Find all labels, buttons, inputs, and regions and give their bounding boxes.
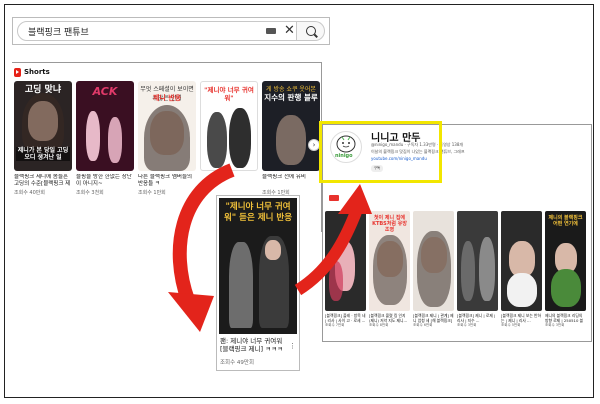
channel-video-card[interactable]: 제니의 블랙핑크 어떤 연기에 제니의 블랙핑크 리딩의 방향 로제 | 250… xyxy=(545,211,586,328)
video-views: 조회수 3만회 xyxy=(457,323,477,327)
shorts-card[interactable]: 고딩 맞냐 제니가 본 당일 고딩 오디 생겨난 일 블랙핑크 제니에 몸들흔 … xyxy=(14,81,72,196)
channel-video-card[interactable]: [블랙핑크] 제니 | 로제 | 리사 | 지수 ... 조회수 3만회 xyxy=(457,211,498,328)
video-views: 조회수 6만회 xyxy=(413,323,433,327)
channel-video-card[interactable]: [블랙핑크 제니 | 관계] 제니 엄청 세 [해 블랙핑크] 조회수 6만회 xyxy=(413,211,454,328)
video-thumbnail[interactable] xyxy=(501,211,542,311)
shorts-caption: 고딩 맞냐 xyxy=(24,85,62,95)
video-title[interactable]: 제니의 블랙핑크 리딩의 방향 로제 | 250510 블랙핑크 ... xyxy=(545,313,586,323)
search-input[interactable]: 블랙핑크 팬튜브 ✕ xyxy=(17,21,297,41)
close-icon[interactable]: ✕ xyxy=(284,23,295,39)
video-title[interactable]: [블랙핑크 몰렸 킹 인지 (제니) 저녁 지도 제니... xyxy=(369,313,410,323)
channel-tabs xyxy=(329,195,339,201)
search-button[interactable] xyxy=(297,21,325,41)
more-options-icon[interactable]: ⋮ xyxy=(289,342,296,350)
shorts-card[interactable]: "제니야 너무 귀여워" xyxy=(200,81,258,189)
search-icon xyxy=(306,26,316,36)
zoomed-shorts-card[interactable]: "제니야 너무 귀여워" 듣은 제니 반응 팬: 제니야 너무 귀여워 [블랙핑… xyxy=(216,195,300,371)
search-bar: 블랙핑크 팬튜브 ✕ xyxy=(12,17,330,45)
shorts-logo-icon xyxy=(14,67,21,77)
tab-active[interactable] xyxy=(329,195,339,201)
shorts-caption: ACK xyxy=(92,85,118,98)
shorts-card-title[interactable] xyxy=(200,174,258,188)
shorts-card-title[interactable]: 블랙핑크 전에 유비 xyxy=(262,174,320,188)
shorts-caption-secondary: 제니가 본 당일 고딩 오디 생겨난 일 xyxy=(16,147,70,161)
channel-highlight-box xyxy=(319,121,442,183)
video-thumbnail[interactable]: 첫이 제니 집에 KTBS처럼 유방 조영 xyxy=(369,211,410,311)
shorts-card[interactable]: 무엇 스페셜이 보이면 수많은 인기 제니 반응 다른 블랙핑크 멤버들의 반응… xyxy=(138,81,196,196)
shorts-caption: 지수의 판행 블루 xyxy=(264,93,318,102)
shorts-card-views: 조회수 1만회 xyxy=(138,190,166,196)
shorts-caption: "제니야 너무 귀여워" xyxy=(204,86,254,102)
video-title[interactable]: [블랙핑크] 제니 | 로제 | 리사 | 지수 ... xyxy=(457,313,498,323)
shorts-title: Shorts xyxy=(24,68,50,76)
shorts-thumbnail[interactable]: "제니야 너무 귀여워" xyxy=(200,81,258,171)
video-title[interactable]: [블랙핑크 제니 보는 반하는 | 제니 | 리사 ... xyxy=(501,313,542,323)
shorts-card-title[interactable]: 블랙핑크 제니에 몸들흔 고딩의 수준[블랙핑크 제 xyxy=(14,174,72,188)
shorts-thumbnail[interactable]: 게 방송 쇼쿠 웃어본 지수의 판행 블루 xyxy=(262,81,320,171)
shorts-card[interactable]: ACK 블핑을 방한 한없는 장난이 아니지~ 조회수 3천회 xyxy=(76,81,134,196)
shorts-card-views: 조회수 40만회 xyxy=(14,190,45,196)
video-thumbnail[interactable]: 제니의 블랙핑크 어떤 연기에 xyxy=(545,211,586,311)
video-views: 조회수 3만회 xyxy=(545,323,565,327)
zoomed-shorts-thumbnail[interactable]: "제니야 너무 귀여워" 듣은 제니 반응 xyxy=(219,198,297,334)
video-title[interactable]: [블랙핑크 제니 | 관계] 제니 엄청 세 [해 블랙핑크] xyxy=(413,313,454,323)
shorts-thumbnail[interactable]: 고딩 맞냐 제니가 본 당일 고딩 오디 생겨난 일 xyxy=(14,81,72,171)
video-caption: 제니의 블랙핑크 어떤 연기에 xyxy=(548,215,583,227)
video-views: 조회수 5만회 xyxy=(501,323,521,327)
video-caption: 첫이 제니 집에 KTBS처럼 유방 조영 xyxy=(372,215,407,233)
shorts-header: Shorts xyxy=(14,67,50,77)
video-views: 조회수 7만회 xyxy=(325,323,345,327)
shorts-card-title[interactable]: 블핑을 방한 한없는 장난이 아니지~ xyxy=(76,174,134,188)
channel-video-card[interactable]: 첫이 제니 집에 KTBS처럼 유방 조영 [블랙핑크 몰렸 킹 인지 (제니)… xyxy=(369,211,410,328)
keyboard-icon[interactable] xyxy=(266,28,276,34)
shorts-card-title[interactable]: 다른 블랙핑크 멤버들의 반응들 ㅋ xyxy=(138,174,196,188)
shorts-thumbnail[interactable]: 무엇 스페셜이 보이면 수많은 인기 제니 반응 xyxy=(138,81,196,171)
zoomed-caption: "제니야 너무 귀여워" 듣은 제니 반응 xyxy=(223,202,293,223)
video-thumbnail[interactable] xyxy=(325,211,366,311)
zoomed-title[interactable]: 팬: 제니야 너무 귀여워 [블랙핑크 제니] ㅋㅋㅋ xyxy=(220,337,292,353)
search-query-text: 블랙핑크 팬튜브 xyxy=(28,28,89,38)
shorts-thumbnail[interactable]: ACK xyxy=(76,81,134,171)
shorts-caption: 제니 반응 xyxy=(152,94,182,102)
zoomed-views: 조회수 49만회 xyxy=(220,360,255,366)
channel-video-card[interactable]: [블랙핑크 제니 보는 반하는 | 제니 | 리사 ... 조회수 5만회 xyxy=(501,211,542,328)
video-title[interactable]: [블랙핑크] 플레 · 방목 네 | 리사 | 사이 고 · 로세 ... xyxy=(325,313,366,323)
channel-video-card[interactable]: [블랙핑크] 플레 · 방목 네 | 리사 | 사이 고 · 로세 ... 조회… xyxy=(325,211,366,328)
shorts-subcaption: 게 방송 쇼쿠 웃어본 xyxy=(266,86,316,93)
video-views: 조회수 8만회 xyxy=(369,323,389,327)
video-thumbnail[interactable] xyxy=(413,211,454,311)
shorts-card-views: 조회수 3천회 xyxy=(76,190,104,196)
video-thumbnail[interactable] xyxy=(457,211,498,311)
